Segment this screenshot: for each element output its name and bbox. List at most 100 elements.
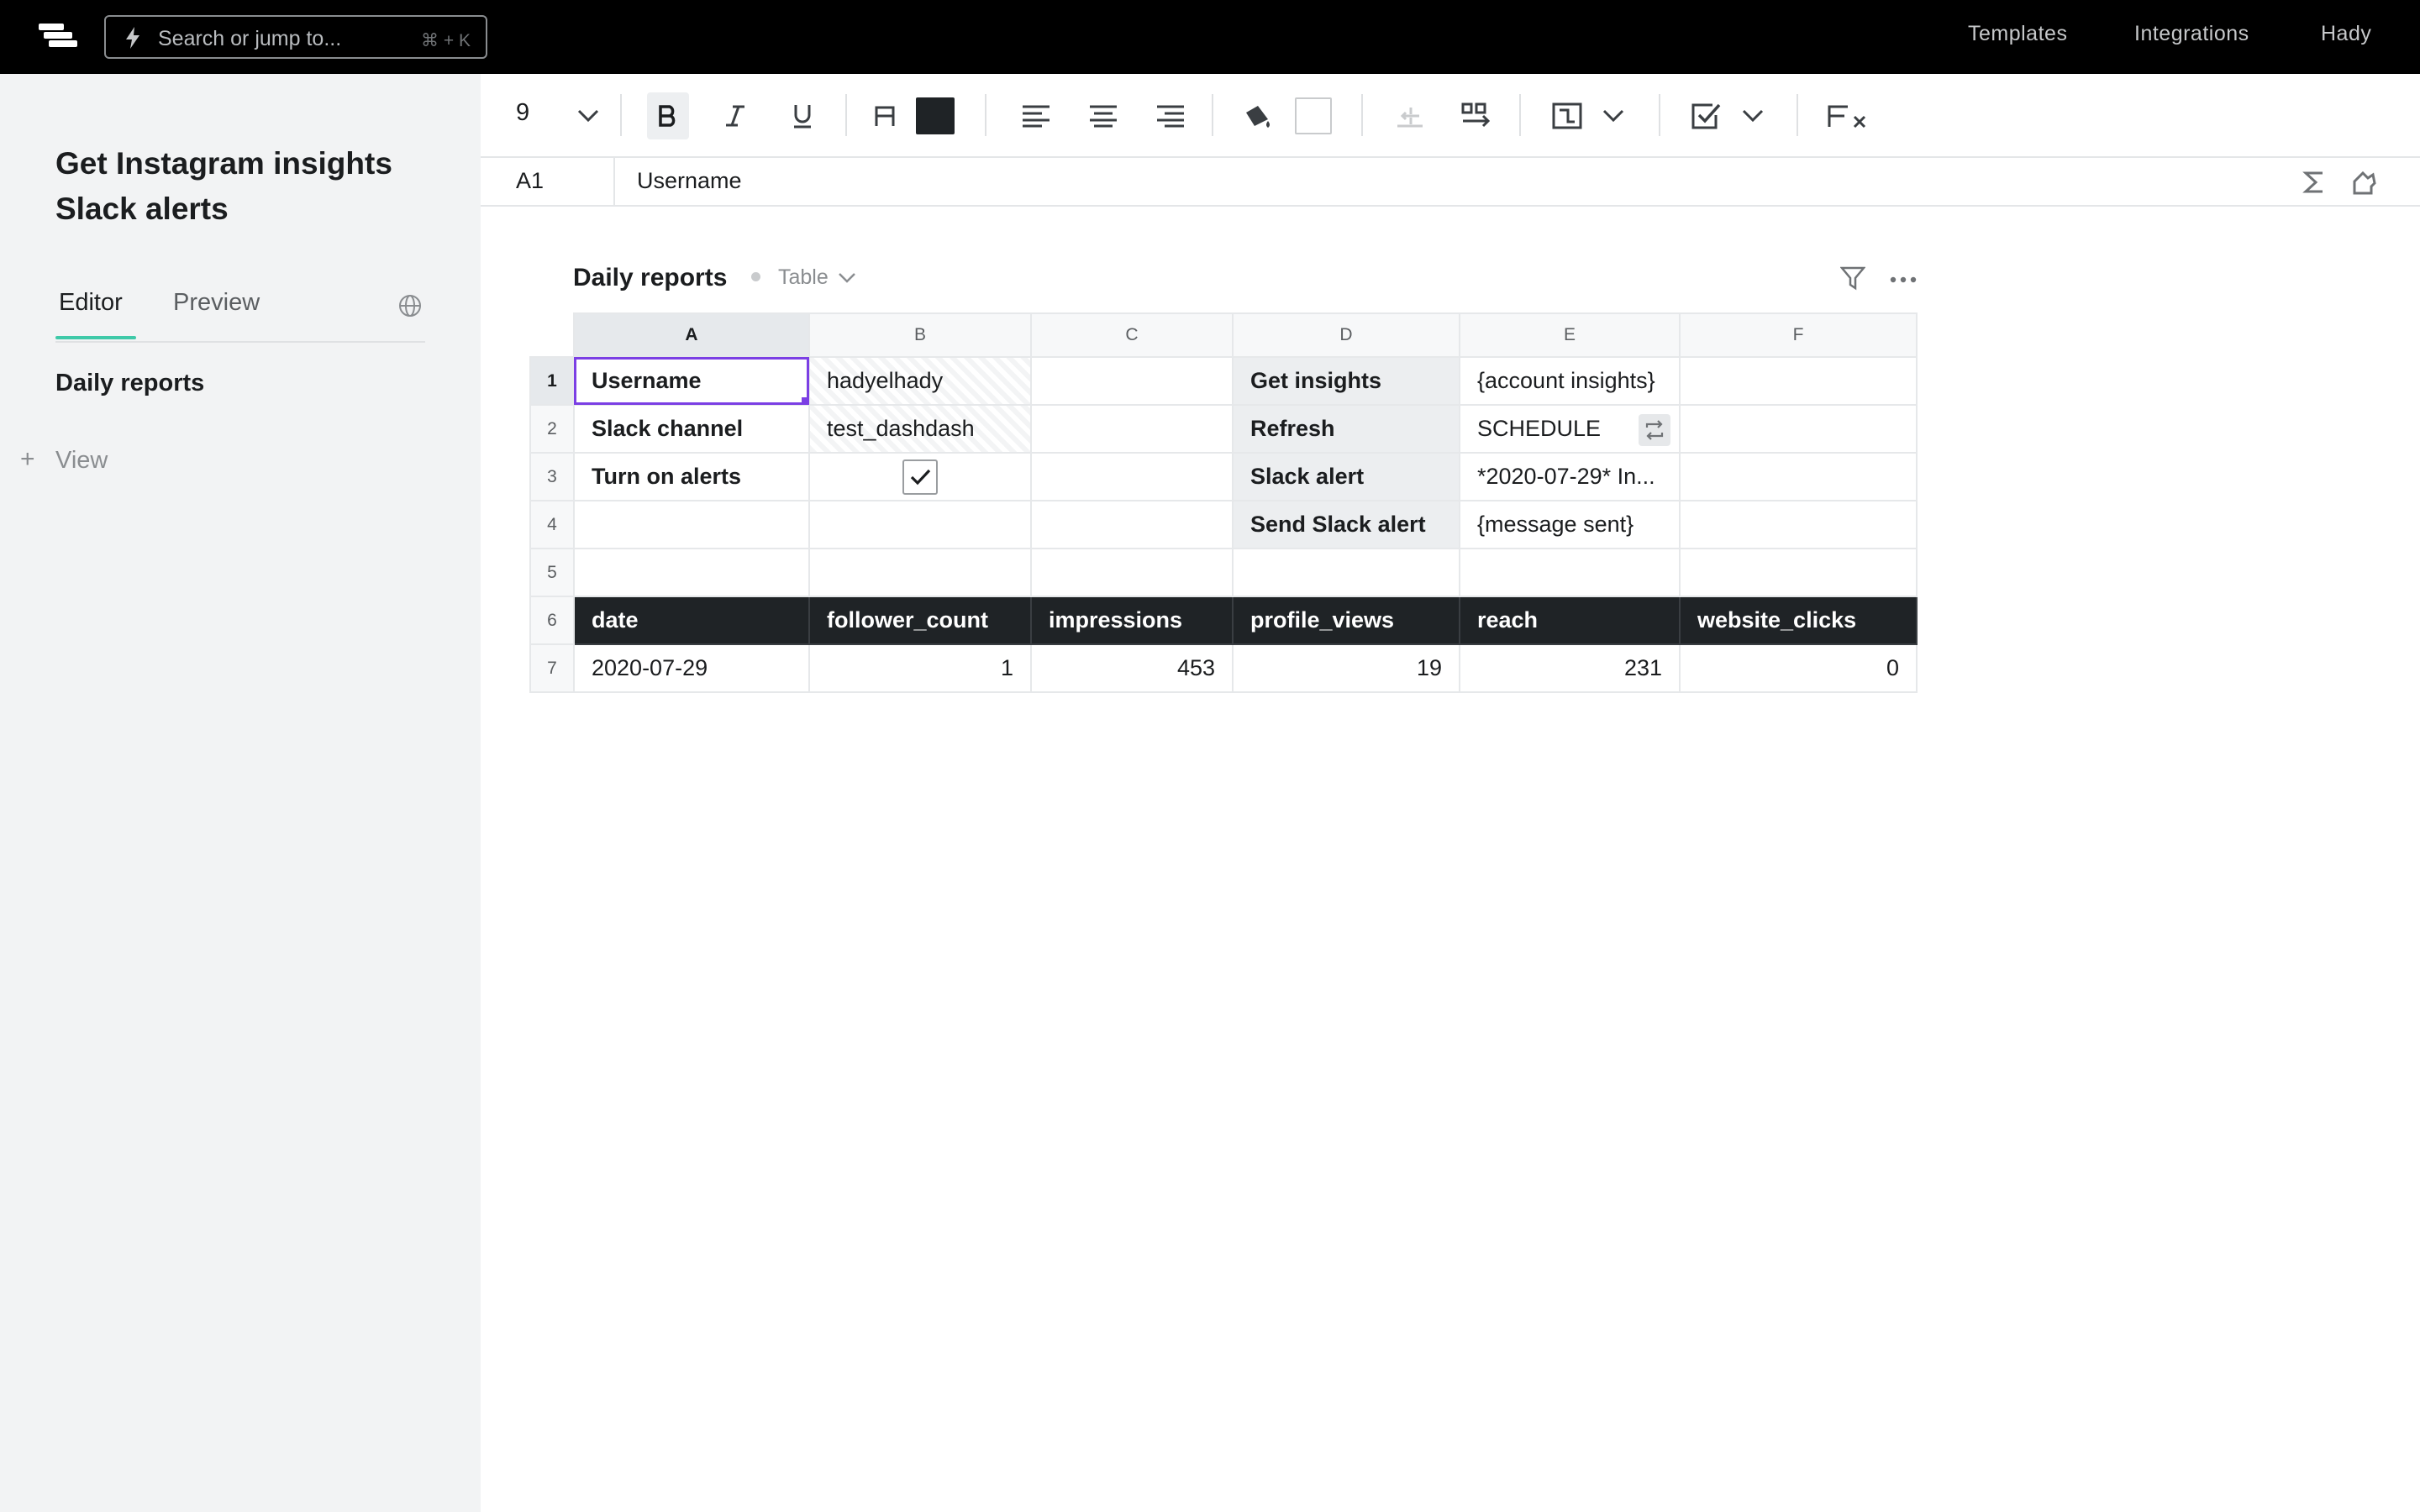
- row-number[interactable]: 7: [529, 643, 575, 693]
- bold-button[interactable]: [647, 92, 689, 139]
- cell-d4[interactable]: Send Slack alert: [1232, 500, 1460, 549]
- fill-color-swatch[interactable]: [1292, 74, 1334, 158]
- formula-input[interactable]: Username: [637, 168, 742, 194]
- row-number[interactable]: 4: [529, 500, 575, 549]
- nav-templates[interactable]: Templates: [1968, 22, 2067, 46]
- column-header-f[interactable]: F: [1679, 312, 1918, 358]
- cell-d2[interactable]: Refresh: [1232, 404, 1460, 454]
- cell-c3[interactable]: [1030, 452, 1234, 501]
- row-number[interactable]: 1: [529, 356, 575, 406]
- row-number[interactable]: 5: [529, 548, 575, 597]
- app-logo-icon[interactable]: [39, 24, 77, 52]
- cell-a1[interactable]: Username: [573, 356, 810, 406]
- sigma-icon[interactable]: [2301, 170, 2328, 195]
- alerts-checkbox[interactable]: [902, 459, 938, 495]
- cell-e4[interactable]: {message sent}: [1459, 500, 1681, 549]
- cell-d5[interactable]: [1232, 548, 1460, 597]
- cell-website-clicks[interactable]: 0: [1679, 643, 1918, 693]
- italic-button[interactable]: [714, 74, 756, 158]
- checkmark-icon: [910, 469, 931, 485]
- view-type-select[interactable]: Table: [778, 265, 856, 290]
- cell-c5[interactable]: [1030, 548, 1234, 597]
- sidebar-item-daily-reports[interactable]: Daily reports: [55, 370, 204, 397]
- cell-a3[interactable]: Turn on alerts: [573, 452, 810, 501]
- filter-icon[interactable]: [1840, 265, 1865, 291]
- add-view-button[interactable]: View: [55, 447, 108, 475]
- cell-e2[interactable]: SCHEDULE: [1459, 404, 1681, 454]
- header-cell-date[interactable]: date: [573, 596, 810, 645]
- row-number[interactable]: 2: [529, 404, 575, 454]
- font-size-select[interactable]: 9: [516, 99, 529, 127]
- align-right-button[interactable]: [1150, 74, 1192, 158]
- cell-impressions[interactable]: 453: [1030, 643, 1234, 693]
- nav-integrations[interactable]: Integrations: [2134, 22, 2249, 46]
- cell-b2[interactable]: test_dashdash: [808, 404, 1032, 454]
- cell-d3[interactable]: Slack alert: [1232, 452, 1460, 501]
- text-color-swatch[interactable]: [914, 74, 956, 158]
- tab-editor[interactable]: Editor: [59, 289, 123, 317]
- cell-profile-views[interactable]: 19: [1232, 643, 1460, 693]
- integration-icon[interactable]: [2351, 170, 2378, 195]
- cell-b3[interactable]: [808, 452, 1032, 501]
- merge-right-button[interactable]: [1455, 74, 1497, 158]
- cell-c2[interactable]: [1030, 404, 1234, 454]
- cell-d1[interactable]: Get insights: [1232, 356, 1460, 406]
- cell-e3[interactable]: *2020-07-29* In...: [1459, 452, 1681, 501]
- cell-f5[interactable]: [1679, 548, 1918, 597]
- cell-a5[interactable]: [573, 548, 810, 597]
- column-header-d[interactable]: D: [1232, 312, 1460, 358]
- document-title-line2: Slack alerts: [55, 192, 229, 226]
- cell-f1[interactable]: [1679, 356, 1918, 406]
- search-shortcut: ⌘ + K: [421, 31, 471, 50]
- cell-a4[interactable]: [573, 500, 810, 549]
- cell-f4[interactable]: [1679, 500, 1918, 549]
- cell-c4[interactable]: [1030, 500, 1234, 549]
- document-title[interactable]: Get Instagram insights Slack alerts: [55, 141, 442, 232]
- cell-type-dropdown-icon[interactable]: [1597, 74, 1630, 158]
- add-view-icon[interactable]: +: [20, 445, 35, 474]
- cell-f3[interactable]: [1679, 452, 1918, 501]
- refresh-button[interactable]: [1639, 414, 1670, 446]
- text-color-button[interactable]: [864, 74, 906, 158]
- cell-c1[interactable]: [1030, 356, 1234, 406]
- more-options-icon[interactable]: [1889, 265, 1918, 291]
- merge-left-button[interactable]: [1388, 74, 1430, 158]
- fill-color-button[interactable]: [1237, 74, 1279, 158]
- cell-a2[interactable]: Slack channel: [573, 404, 810, 454]
- header-cell-reach[interactable]: reach: [1459, 596, 1681, 645]
- fill-handle[interactable]: [802, 397, 808, 403]
- tab-preview[interactable]: Preview: [173, 289, 260, 317]
- header-cell-follower-count[interactable]: follower_count: [808, 596, 1032, 645]
- cell-follower-count[interactable]: 1: [808, 643, 1032, 693]
- header-cell-profile-views[interactable]: profile_views: [1232, 596, 1460, 645]
- cell-b5[interactable]: [808, 548, 1032, 597]
- column-header-a[interactable]: A: [573, 312, 810, 358]
- nav-user-menu[interactable]: Hady: [2321, 22, 2371, 46]
- header-cell-impressions[interactable]: impressions: [1030, 596, 1234, 645]
- clear-formatting-button[interactable]: [1823, 74, 1874, 158]
- cell-date[interactable]: 2020-07-29: [573, 643, 810, 693]
- row-number[interactable]: 6: [529, 596, 575, 645]
- column-header-e[interactable]: E: [1459, 312, 1681, 358]
- checkbox-format-button[interactable]: [1686, 74, 1728, 158]
- table-title[interactable]: Daily reports: [573, 264, 727, 292]
- search-input[interactable]: Search or jump to... ⌘ + K: [104, 15, 487, 59]
- align-left-button[interactable]: [1015, 74, 1057, 158]
- column-header-c[interactable]: C: [1030, 312, 1234, 358]
- cell-b1[interactable]: hadyelhady: [808, 356, 1032, 406]
- cell-e1[interactable]: {account insights}: [1459, 356, 1681, 406]
- checkbox-dropdown-icon[interactable]: [1736, 74, 1770, 158]
- cell-e5[interactable]: [1459, 548, 1681, 597]
- row-number[interactable]: 3: [529, 452, 575, 501]
- cell-reference[interactable]: A1: [516, 168, 544, 194]
- underline-button[interactable]: [781, 74, 823, 158]
- cell-f2[interactable]: [1679, 404, 1918, 454]
- font-size-dropdown-icon[interactable]: [571, 74, 605, 158]
- column-header-b[interactable]: B: [808, 312, 1032, 358]
- cell-type-button[interactable]: [1546, 74, 1588, 158]
- cell-b4[interactable]: [808, 500, 1032, 549]
- cell-reach[interactable]: 231: [1459, 643, 1681, 693]
- align-center-button[interactable]: [1082, 74, 1124, 158]
- globe-icon[interactable]: [398, 294, 422, 318]
- header-cell-website-clicks[interactable]: website_clicks: [1679, 596, 1918, 645]
